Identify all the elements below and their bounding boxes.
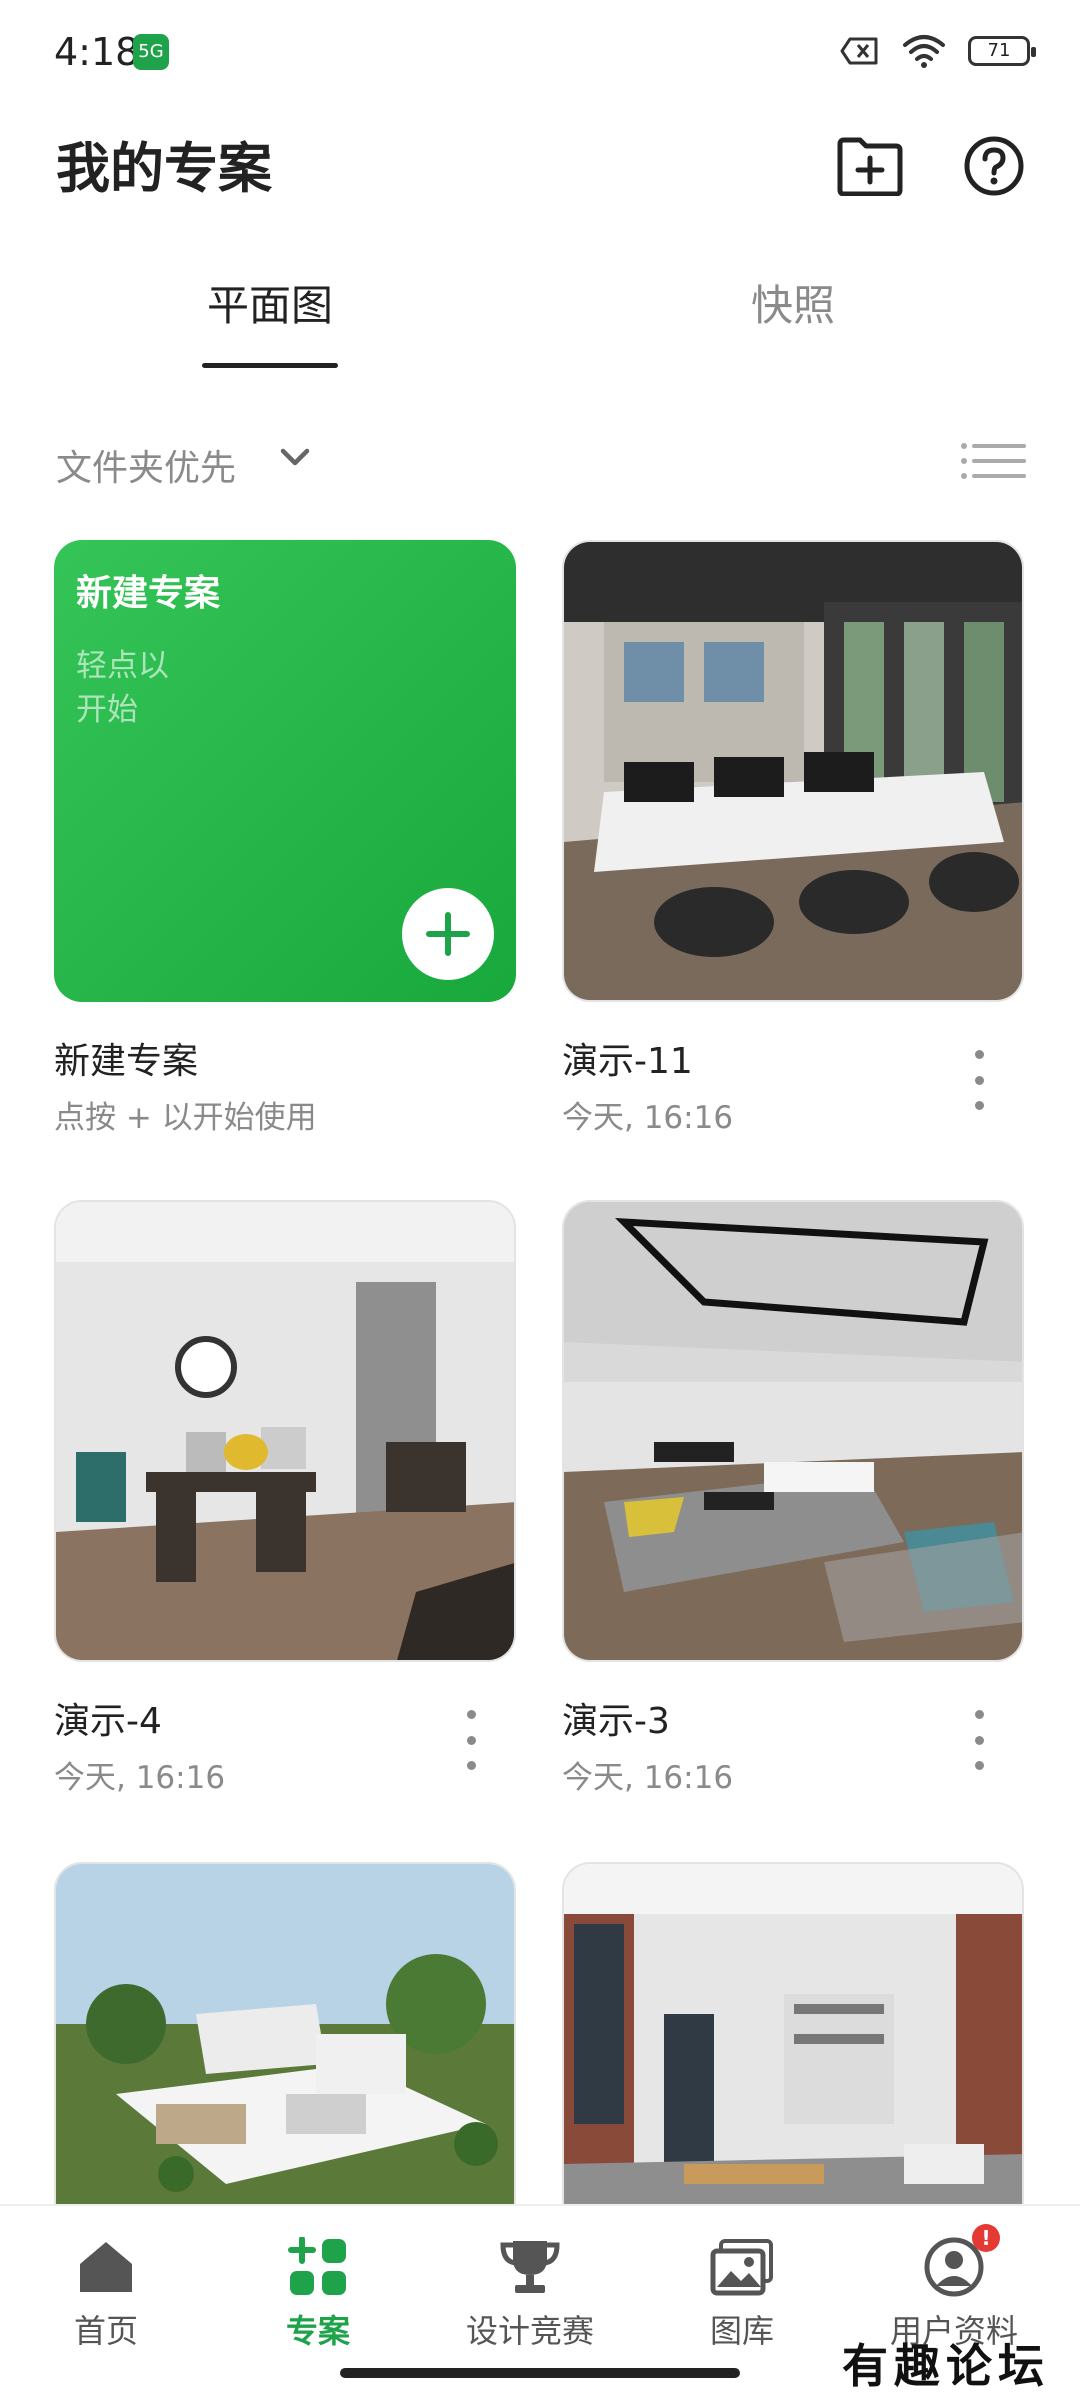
- project-thumbnail[interactable]: [562, 1200, 1024, 1662]
- project-date: 今天, 16:16: [562, 1100, 734, 1136]
- trophy-icon: [500, 2241, 560, 2293]
- network-badge: 5G: [133, 34, 169, 70]
- office-render-image: [56, 1202, 514, 1660]
- nav-projects[interactable]: 专案: [218, 2232, 418, 2352]
- notification-badge: !: [972, 2224, 1000, 2252]
- nav-contest-label: 设计竞赛: [465, 2312, 594, 2350]
- nav-profile-icon-wrap: !: [854, 2224, 1054, 2302]
- nav-home-icon-wrap: [6, 2232, 206, 2302]
- status-bar: 4:18 5G 71: [0, 0, 1080, 110]
- project-thumbnail[interactable]: [562, 1862, 1024, 2204]
- project-card[interactable]: [562, 1862, 1024, 2204]
- more-vertical-icon: [974, 1710, 984, 1719]
- dot: [466, 1735, 476, 1745]
- status-icons: 71: [840, 34, 1036, 68]
- help-circle-icon: [964, 136, 1024, 196]
- office-render-image: [564, 542, 1022, 1000]
- dot: [974, 1735, 984, 1745]
- page-title: 我的专案: [56, 137, 272, 200]
- project-thumbnail[interactable]: [54, 1862, 516, 2204]
- nav-gallery[interactable]: 图库: [642, 2232, 842, 2352]
- new-project-card[interactable]: 新建专案 轻点以开始 新建专案 点按 + 以开始使用: [54, 540, 516, 1136]
- new-folder-button[interactable]: [832, 128, 908, 204]
- nav-contest-icon-wrap: [430, 2232, 630, 2302]
- help-button[interactable]: [956, 128, 1032, 204]
- new-project-tile-title: 新建专案: [76, 573, 221, 614]
- more-options-button[interactable]: [964, 1050, 994, 1110]
- project-thumbnail[interactable]: [562, 540, 1024, 1002]
- nav-home-label: 首页: [73, 2312, 138, 2350]
- nav-design-contest[interactable]: 设计竞赛: [430, 2232, 630, 2352]
- status-time: 4:18: [54, 30, 140, 74]
- project-date: 今天, 16:16: [54, 1760, 226, 1796]
- sort-row: 文件夹优先: [0, 425, 1080, 495]
- tab-floor-plans[interactable]: 平面图: [170, 272, 370, 333]
- new-project-subtitle: 点按 + 以开始使用: [54, 1100, 317, 1136]
- project-title: 演示-11: [562, 1041, 693, 1082]
- loft-render-image: [564, 1864, 1022, 2204]
- battery-indicator: 71: [968, 36, 1036, 66]
- more-vertical-icon: [466, 1710, 476, 1719]
- dot: [974, 1101, 984, 1110]
- project-title: 演示-3: [562, 1701, 670, 1742]
- wifi-icon: [903, 35, 945, 68]
- new-project-tile[interactable]: 新建专案 轻点以开始: [54, 540, 516, 1002]
- home-icon: [80, 2242, 132, 2292]
- nav-home[interactable]: 首页: [6, 2232, 206, 2352]
- new-project-title: 新建专案: [54, 1041, 199, 1082]
- more-vertical-icon: [974, 1050, 984, 1059]
- project-card[interactable]: [54, 1862, 516, 2204]
- mobile-data-off-icon: [840, 37, 878, 65]
- tab-bar: 平面图 快照: [0, 260, 1080, 370]
- chevron-down-icon[interactable]: [278, 445, 312, 469]
- nav-projects-icon-wrap: [218, 2232, 418, 2302]
- sort-dropdown[interactable]: 文件夹优先: [56, 439, 236, 491]
- house-render-image: [56, 1864, 514, 2204]
- gallery-icon: [710, 2239, 773, 2296]
- project-card[interactable]: 演示-4 今天, 16:16: [54, 1200, 516, 1796]
- tab-snapshots[interactable]: 快照: [693, 272, 893, 333]
- folder-plus-icon: [837, 137, 903, 196]
- dot: [466, 1761, 476, 1770]
- project-card[interactable]: 演示-11 今天, 16:16: [562, 540, 1024, 1136]
- new-project-tile-hint: 轻点以开始: [76, 648, 169, 728]
- active-tab-indicator: [202, 363, 338, 368]
- nav-gallery-icon-wrap: [642, 2232, 842, 2302]
- project-date: 今天, 16:16: [562, 1760, 734, 1796]
- dot: [974, 1075, 984, 1085]
- nav-projects-label: 专案: [285, 2312, 350, 2350]
- nav-gallery-label: 图库: [709, 2312, 774, 2350]
- dot: [974, 1761, 984, 1770]
- project-title: 演示-4: [54, 1701, 162, 1742]
- more-options-button[interactable]: [456, 1710, 486, 1770]
- project-thumbnail[interactable]: [54, 1200, 516, 1662]
- app-header: 我的专案: [0, 110, 1080, 230]
- list-view-icon[interactable]: [960, 441, 1026, 481]
- watermark: 有趣论坛: [842, 2339, 1050, 2393]
- plus-icon: [426, 912, 470, 956]
- home-indicator[interactable]: [340, 2368, 740, 2378]
- living-room-render-image: [564, 1202, 1022, 1660]
- project-card[interactable]: 演示-3 今天, 16:16: [562, 1200, 1024, 1796]
- projects-grid-icon: [288, 2237, 346, 2295]
- more-options-button[interactable]: [964, 1710, 994, 1770]
- add-project-button[interactable]: [402, 888, 494, 980]
